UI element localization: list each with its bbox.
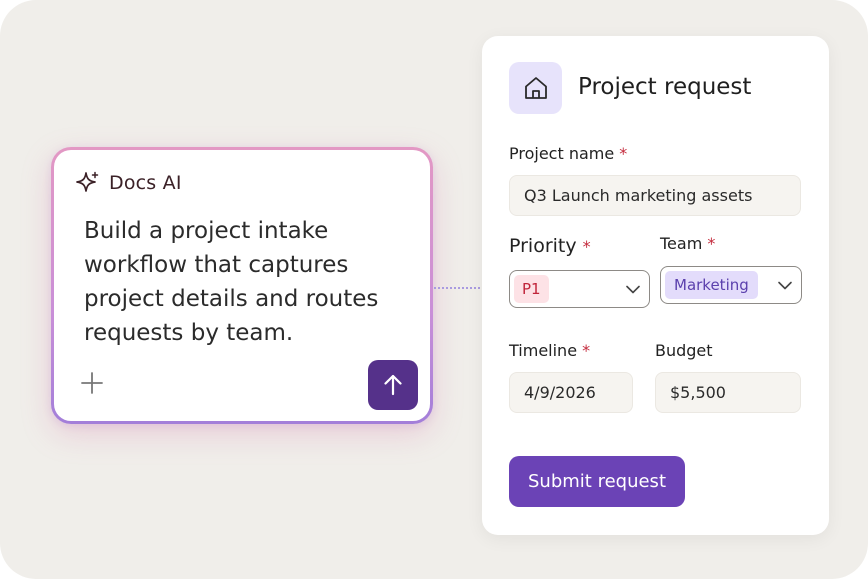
submit-request-button[interactable]: Submit request [509, 456, 685, 507]
connector-line [434, 287, 484, 289]
form-title: Project request [578, 74, 752, 100]
priority-label-text: Priority [509, 235, 577, 257]
priority-label: Priority * [509, 235, 591, 257]
project-name-label: Project name * [509, 144, 627, 163]
priority-chip: P1 [514, 275, 549, 303]
docs-ai-title: Docs AI [109, 172, 182, 194]
required-marker: * [619, 144, 628, 163]
budget-label: Budget [655, 341, 713, 360]
form-icon-badge [509, 62, 562, 114]
home-icon [524, 77, 547, 99]
timeline-label-text: Timeline [509, 341, 578, 360]
team-label: Team * [660, 234, 715, 253]
docs-ai-header: Docs AI [74, 170, 182, 196]
project-name-input[interactable] [509, 175, 801, 216]
team-select[interactable]: Marketing [660, 266, 802, 304]
timeline-input[interactable] [509, 372, 633, 413]
project-request-form: Project request Project name * Priority … [482, 36, 829, 535]
docs-ai-panel: Docs AI Build a project intake workflow … [51, 147, 433, 424]
canvas: Docs AI Build a project intake workflow … [0, 0, 868, 579]
priority-select[interactable]: P1 [509, 270, 650, 308]
budget-label-text: Budget [655, 341, 713, 360]
team-chip: Marketing [665, 271, 758, 299]
send-button[interactable] [368, 360, 418, 410]
docs-ai-panel-body: Docs AI Build a project intake workflow … [54, 150, 430, 421]
team-label-text: Team [660, 234, 703, 253]
arrow-up-icon [384, 374, 402, 396]
required-marker: * [707, 234, 716, 253]
prompt-text[interactable]: Build a project intake workflow that cap… [84, 214, 404, 350]
budget-input[interactable] [655, 372, 801, 413]
chevron-down-icon [626, 285, 640, 294]
required-marker: * [582, 341, 591, 360]
chevron-down-icon [778, 281, 792, 290]
timeline-label: Timeline * [509, 341, 590, 360]
sparkle-icon [76, 171, 99, 192]
project-name-label-text: Project name [509, 144, 615, 163]
plus-icon[interactable] [81, 372, 103, 394]
required-marker: * [582, 237, 591, 256]
